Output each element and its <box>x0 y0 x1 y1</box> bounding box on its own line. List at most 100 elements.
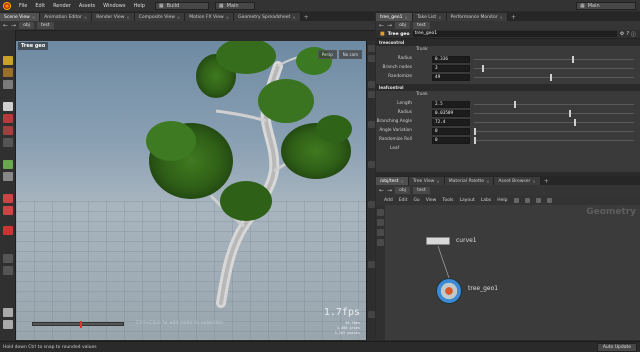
param-value-field[interactable]: 2.5 <box>432 101 470 108</box>
tab-geometry-spreadsheet[interactable]: Geometry Spreadsheet × <box>234 13 301 21</box>
param-value-field[interactable]: 0 <box>432 128 470 135</box>
select-mode-icon[interactable] <box>3 68 13 77</box>
param-value-field[interactable]: 49 <box>432 74 470 81</box>
param-slider[interactable] <box>474 101 634 108</box>
tab-material-palette[interactable]: Material Palette × <box>444 177 495 185</box>
param-slider[interactable] <box>474 119 634 126</box>
close-icon[interactable]: × <box>438 15 441 20</box>
main-desktop-dropdown[interactable]: ▦ Main <box>576 1 636 10</box>
node-name-field[interactable]: tree_geo1 <box>412 31 617 37</box>
close-icon[interactable]: × <box>126 15 129 20</box>
slider-knob[interactable] <box>568 110 571 117</box>
param-slider[interactable] <box>474 56 634 63</box>
desktop-dropdown[interactable]: ▦ Build <box>154 1 209 10</box>
tab-tree-geo1[interactable]: tree_geo1 × <box>376 13 413 21</box>
path-crumb-node[interactable]: test <box>36 22 54 29</box>
tab-performance-monitor[interactable]: Performance Monitor × <box>446 13 508 21</box>
menu-windows[interactable]: Windows <box>99 3 129 9</box>
param-value-field[interactable]: 3 <box>432 65 470 72</box>
pose-tool-icon[interactable] <box>3 80 13 89</box>
add-tab-icon[interactable]: + <box>304 14 309 21</box>
tab-composite-view[interactable]: Composite View × <box>134 13 186 21</box>
wireframe-icon[interactable] <box>368 91 375 98</box>
path-crumb-obj[interactable]: obj <box>395 186 410 194</box>
close-icon[interactable]: × <box>486 179 489 184</box>
close-icon[interactable]: × <box>500 15 503 20</box>
menu-help[interactable]: Help <box>129 3 148 9</box>
timeline-marker[interactable] <box>79 321 82 328</box>
close-icon[interactable]: × <box>177 15 180 20</box>
net-menu-help[interactable]: Help <box>497 198 507 203</box>
path-crumb-node[interactable]: test <box>412 22 430 29</box>
lock-icon[interactable] <box>3 102 13 111</box>
close-icon[interactable]: × <box>84 15 87 20</box>
menu-edit[interactable]: Edit <box>31 3 49 9</box>
back-arrow-icon[interactable]: ← <box>3 22 8 29</box>
add-tab-icon[interactable]: + <box>544 178 549 185</box>
net-menu-view[interactable]: View <box>426 198 437 203</box>
net-menu-labs[interactable]: Labs <box>481 198 491 203</box>
display-icon[interactable] <box>3 254 13 263</box>
info-icon[interactable]: ⓘ <box>631 31 636 38</box>
forward-arrow-icon[interactable]: → <box>11 22 16 29</box>
tab-motion-fx-view[interactable]: Motion FX View × <box>185 13 235 21</box>
close-icon[interactable]: × <box>401 179 404 184</box>
param-slider[interactable] <box>474 128 634 135</box>
help-icon[interactable]: ? <box>626 31 629 38</box>
snap-grid-icon[interactable] <box>3 206 13 215</box>
select-tool-icon[interactable] <box>3 56 13 65</box>
slider-knob[interactable] <box>571 56 574 63</box>
ghost-icon[interactable] <box>368 121 375 128</box>
points-icon[interactable] <box>368 201 375 208</box>
move-tool-icon[interactable] <box>3 114 13 123</box>
slider-knob[interactable] <box>513 101 516 108</box>
param-value-field[interactable]: 0.336 <box>432 56 470 63</box>
net-menu-add[interactable]: Add <box>384 198 393 203</box>
timeline-bar[interactable] <box>32 321 124 328</box>
tool-icon[interactable] <box>513 197 519 203</box>
param-slider[interactable] <box>474 137 634 144</box>
camera-icon[interactable] <box>3 308 13 317</box>
flipbook-icon[interactable] <box>368 311 375 318</box>
tab-take-list[interactable]: Take List × <box>412 13 447 21</box>
close-icon[interactable]: × <box>405 15 408 20</box>
snap-icon[interactable] <box>3 172 13 181</box>
normals-icon[interactable] <box>368 161 375 168</box>
close-icon[interactable]: × <box>532 179 535 184</box>
tab-tree-view[interactable]: Tree View × <box>408 177 445 185</box>
param-slider[interactable] <box>474 110 634 117</box>
auto-update-button[interactable]: Auto Update <box>596 342 637 352</box>
render-icon[interactable] <box>3 320 13 329</box>
camera-button[interactable]: No cam <box>338 50 362 59</box>
net-menu-layout[interactable]: Layout <box>459 198 474 203</box>
tree-geo1-node[interactable] <box>436 278 462 304</box>
handle-tool-icon[interactable] <box>3 160 13 169</box>
magnet-icon[interactable] <box>3 194 13 203</box>
close-icon[interactable]: × <box>436 179 439 184</box>
magnet-snap-icon[interactable] <box>3 226 13 235</box>
close-icon[interactable]: × <box>32 15 35 20</box>
shading-icon[interactable] <box>3 266 13 275</box>
persp-button[interactable]: Persp <box>317 50 337 59</box>
section-treecontrol[interactable]: treecontrol <box>376 39 640 46</box>
path-crumb-obj[interactable]: obj <box>395 22 410 29</box>
param-slider[interactable] <box>474 65 634 72</box>
path-crumb-obj[interactable]: obj <box>19 22 34 29</box>
display-options-icon[interactable] <box>368 55 375 62</box>
tab-render-view[interactable]: Render View × <box>92 13 135 21</box>
slider-knob[interactable] <box>474 128 476 135</box>
scale-tool-icon[interactable] <box>3 138 13 147</box>
slider-knob[interactable] <box>474 137 476 144</box>
tab-asset-browser[interactable]: Asset Browser × <box>494 177 541 185</box>
tab-scene-view[interactable]: Scene View × <box>0 13 41 21</box>
net-menu-go[interactable]: Go <box>413 198 419 203</box>
path-crumb-node[interactable]: test <box>412 186 430 194</box>
param-value-field[interactable]: 72.4 <box>432 119 470 126</box>
add-tab-icon[interactable]: + <box>511 14 516 21</box>
close-icon[interactable]: × <box>226 15 229 20</box>
slider-knob[interactable] <box>549 74 552 81</box>
tool-icon[interactable] <box>546 197 552 203</box>
tool-icon[interactable] <box>524 197 530 203</box>
net-menu-edit[interactable]: Edit <box>399 198 408 203</box>
param-slider[interactable] <box>474 74 634 81</box>
